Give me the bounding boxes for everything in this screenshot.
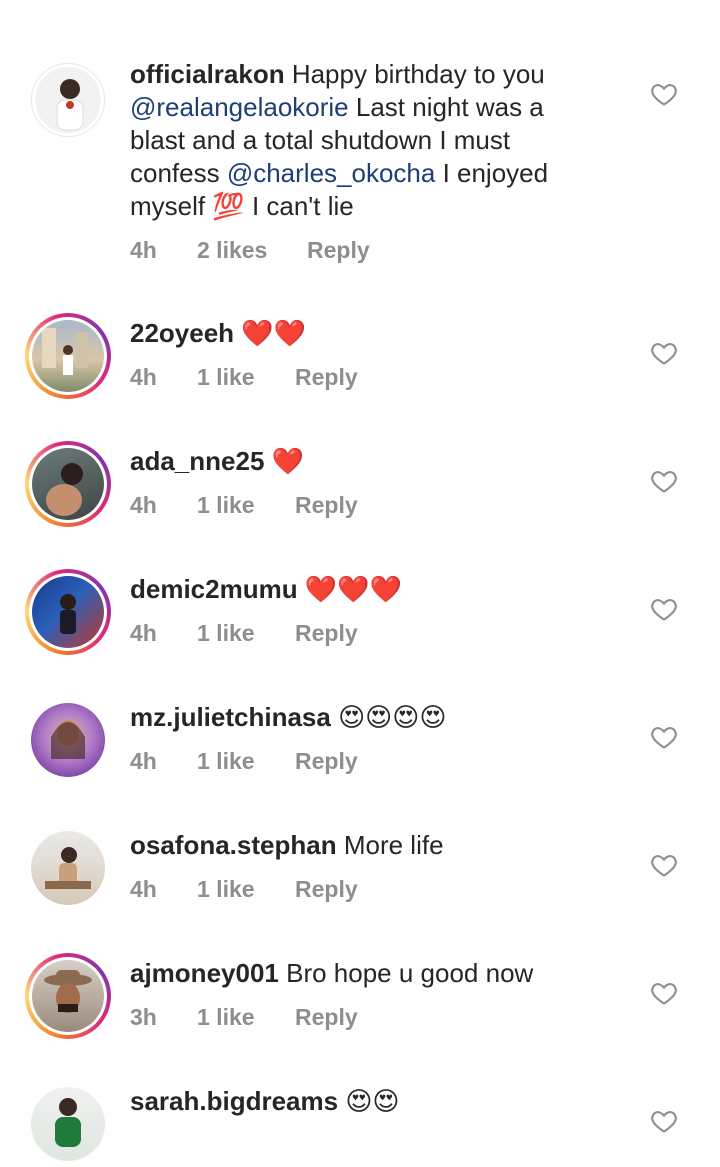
comment-time: 3h [130, 1004, 157, 1030]
comment-likes[interactable]: 1 like [197, 492, 295, 519]
comment-meta: 4h 1 like Reply [130, 748, 358, 775]
comment-text: ajmoney001 Bro hope u good now [130, 957, 600, 990]
comment-likes[interactable]: 1 like [197, 620, 295, 647]
avatar[interactable] [25, 1081, 111, 1167]
comment-body: ❤️❤️ [241, 318, 307, 348]
avatar[interactable] [25, 441, 111, 527]
avatar[interactable] [25, 697, 111, 783]
avatar[interactable] [25, 569, 111, 655]
comment-body: ❤️❤️❤️ [304, 574, 402, 604]
comment-meta: 4h 1 like Reply [130, 876, 358, 903]
comment-body: ❤️ [271, 446, 305, 476]
heart-outline-icon[interactable] [650, 979, 678, 1007]
heart-outline-icon[interactable] [650, 467, 678, 495]
comment-time: 4h [130, 492, 157, 518]
comment-username[interactable]: 22oyeeh [130, 318, 234, 348]
reply-button[interactable]: Reply [295, 364, 358, 391]
comment-meta: 4h 1 like Reply [130, 492, 358, 519]
comment-text: osafona.stephan More life [130, 829, 600, 862]
comment-body: Bro hope u good now [286, 958, 534, 988]
avatar[interactable] [25, 825, 111, 911]
mention-link[interactable]: @realangelaokorie [130, 92, 349, 122]
comment-text: 22oyeeh ❤️❤️ [130, 317, 600, 350]
comment-text: mz.julietchinasa 😍😍😍😍 [130, 701, 600, 734]
comment-body: 😍😍😍😍 [338, 702, 447, 732]
comment-body: More life [343, 830, 444, 860]
comment-text: sarah.bigdreams 😍😍 [130, 1085, 600, 1118]
comment-meta: 3h 1 like Reply [130, 1004, 358, 1031]
comment-likes[interactable]: 1 like [197, 1004, 295, 1031]
comment-time: 4h [130, 876, 157, 902]
comment-text: demic2mumu ❤️❤️❤️ [130, 573, 600, 606]
avatar[interactable] [25, 313, 111, 399]
comment-likes[interactable]: 1 like [197, 364, 295, 391]
comment-likes[interactable]: 2 likes [197, 237, 307, 264]
reply-button[interactable]: Reply [307, 237, 370, 264]
avatar[interactable] [25, 57, 111, 143]
comment-likes[interactable]: 1 like [197, 748, 295, 775]
comment-meta: 4h 1 like Reply [130, 620, 358, 647]
comment-meta: 4h 2 likes Reply [130, 237, 370, 264]
comment-meta: 4h 1 like Reply [130, 364, 358, 391]
avatar[interactable] [25, 953, 111, 1039]
comment-time: 4h [130, 748, 157, 774]
comment-username[interactable]: mz.julietchinasa [130, 702, 331, 732]
comment-text: ada_nne25 ❤️ [130, 445, 600, 478]
comment-username[interactable]: ajmoney001 [130, 958, 279, 988]
reply-button[interactable]: Reply [295, 1004, 358, 1031]
comment-time: 4h [130, 237, 157, 263]
comment-username[interactable]: demic2mumu [130, 574, 298, 604]
reply-button[interactable]: Reply [295, 748, 358, 775]
reply-button[interactable]: Reply [295, 492, 358, 519]
comment-body: 😍😍 [345, 1086, 400, 1116]
comment-time: 4h [130, 364, 157, 390]
reply-button[interactable]: Reply [295, 876, 358, 903]
heart-outline-icon[interactable] [650, 80, 678, 108]
comment-likes[interactable]: 1 like [197, 876, 295, 903]
heart-outline-icon[interactable] [650, 1107, 678, 1135]
comment-time: 4h [130, 620, 157, 646]
comment-body-part: Happy birthday to you [284, 59, 545, 89]
comment-username[interactable]: ada_nne25 [130, 446, 264, 476]
mention-link[interactable]: @charles_okocha [227, 158, 436, 188]
heart-outline-icon[interactable] [650, 851, 678, 879]
comment-username[interactable]: officialrakon [130, 59, 285, 89]
reply-button[interactable]: Reply [295, 620, 358, 647]
heart-outline-icon[interactable] [650, 595, 678, 623]
heart-outline-icon[interactable] [650, 723, 678, 751]
comment-text: officialrakon Happy birthday to you @rea… [130, 58, 600, 223]
heart-outline-icon[interactable] [650, 339, 678, 367]
comment-username[interactable]: osafona.stephan [130, 830, 337, 860]
comment-username[interactable]: sarah.bigdreams [130, 1086, 338, 1116]
